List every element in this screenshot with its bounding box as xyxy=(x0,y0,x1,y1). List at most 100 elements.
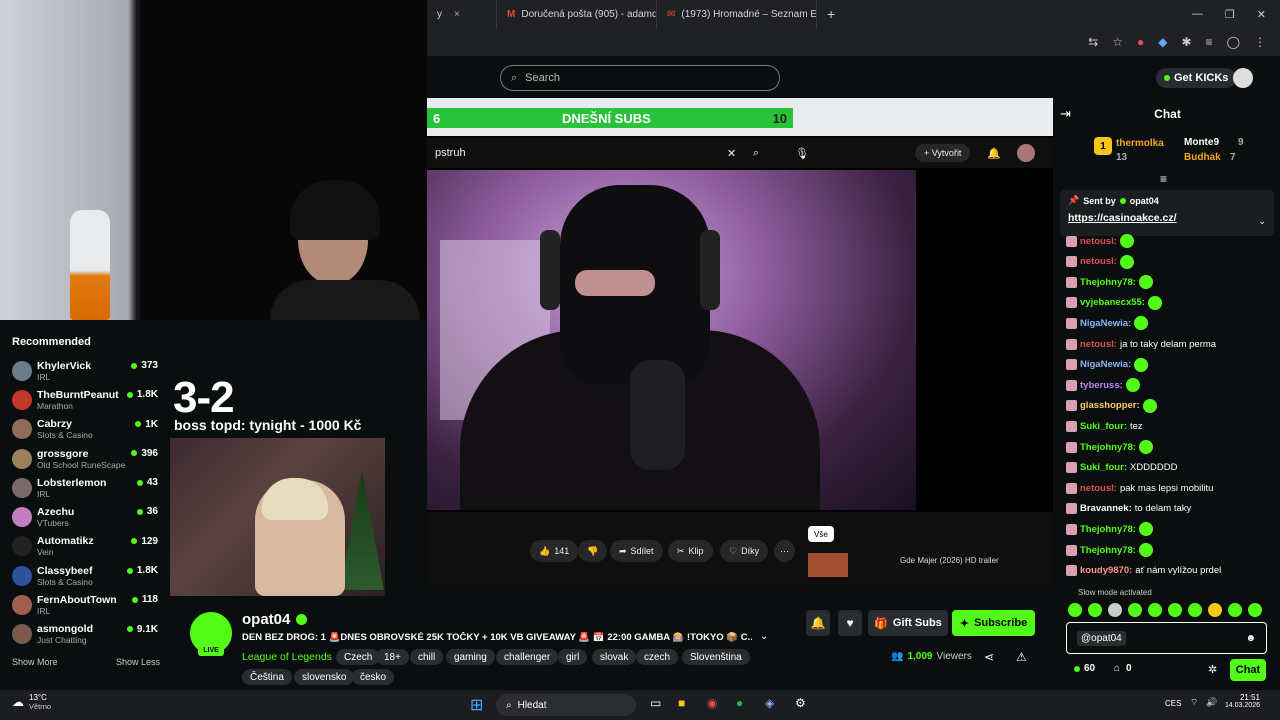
emote-icon[interactable] xyxy=(1128,603,1142,617)
file-explorer-icon[interactable]: ■ xyxy=(678,696,685,710)
bookmark-star-icon[interactable]: ☆ xyxy=(1112,35,1123,49)
side-video-thumbnail[interactable] xyxy=(808,553,848,577)
stream-tag[interactable]: Slovenština xyxy=(682,649,750,665)
microphone-icon[interactable]: 🎙 xyxy=(795,147,809,160)
get-kicks-button[interactable]: Get KICKs xyxy=(1156,68,1237,88)
gifter-name[interactable]: thermolka xyxy=(1116,138,1164,149)
chat-username[interactable]: netousl: xyxy=(1080,236,1117,247)
chrome-icon[interactable]: ◉ xyxy=(707,696,717,710)
chat-username[interactable]: netousl: xyxy=(1080,339,1117,350)
steam-icon[interactable]: ◈ xyxy=(765,696,774,710)
gear-icon[interactable]: ✲ xyxy=(1208,663,1217,676)
extension-icon[interactable]: ● xyxy=(1137,35,1144,49)
extension-icon[interactable]: ◆ xyxy=(1158,35,1167,49)
clear-icon[interactable]: ✕ xyxy=(727,147,736,160)
sidebar-channel[interactable]: Classybeef Slots & Casino 1.8K xyxy=(12,561,170,590)
chat-username[interactable]: Thejohny78: xyxy=(1080,524,1136,535)
sidebar-channel[interactable]: Lobsterlemon IRL 43 xyxy=(12,473,170,502)
menu-icon[interactable]: ⋮ xyxy=(1254,35,1266,49)
pinned-link[interactable]: https://casinoakce.cz/ xyxy=(1068,212,1266,224)
create-button[interactable]: + Vytvořit xyxy=(915,144,971,162)
stream-tag[interactable]: česko xyxy=(352,669,395,685)
volume-icon[interactable]: 🔊 xyxy=(1206,697,1217,708)
chat-username[interactable]: glasshopper: xyxy=(1080,400,1140,411)
new-tab-button[interactable]: + xyxy=(817,0,845,28)
sidebar-channel[interactable]: Automatikz Vein 129 xyxy=(12,532,170,561)
stream-tag[interactable]: czech xyxy=(636,649,679,665)
emote-icon[interactable] xyxy=(1248,603,1262,617)
chat-username[interactable]: netousl: xyxy=(1080,483,1117,494)
send-chat-button[interactable]: Chat xyxy=(1230,659,1266,681)
browser-tab[interactable]: ✉(1973) Hromadné – Seznam Em× xyxy=(657,0,817,28)
show-less-link[interactable]: Show Less xyxy=(116,657,160,667)
chevron-down-icon[interactable]: ⌄ xyxy=(760,631,768,642)
emote-icon[interactable] xyxy=(1068,603,1082,617)
media-icon[interactable]: ≡ xyxy=(1206,35,1213,49)
profile-icon[interactable]: ◯ xyxy=(1227,35,1240,49)
browser-tab[interactable]: y × xyxy=(427,0,497,28)
emote-icon[interactable] xyxy=(1148,603,1162,617)
sidebar-channel[interactable]: grossgore Old School RuneScape 396 xyxy=(12,444,170,473)
sidebar-channel[interactable]: Cabrzy Slots & Casino 1K xyxy=(12,415,170,444)
language-indicator[interactable]: CES xyxy=(1165,699,1181,708)
chat-username[interactable]: Thejohny78: xyxy=(1080,545,1136,556)
notification-button[interactable]: 🔔 xyxy=(806,610,830,636)
stream-tag[interactable]: Čeština xyxy=(242,669,292,685)
chat-settings-icon[interactable]: ≡ xyxy=(1160,172,1167,186)
app-icon[interactable]: ⚙ xyxy=(795,696,806,710)
gifter-name[interactable]: Budhak xyxy=(1184,152,1221,163)
clip-button[interactable]: ✂ Klip xyxy=(668,540,713,562)
thanks-button[interactable]: ♡ Díky xyxy=(720,540,769,562)
emote-icon[interactable] xyxy=(1208,603,1222,617)
chat-username[interactable]: koudy9870: xyxy=(1080,565,1132,576)
windows-start-icon[interactable]: ⊞ xyxy=(470,695,483,715)
chat-username[interactable]: Suki_four: xyxy=(1080,462,1127,473)
stream-tag[interactable]: challenger xyxy=(496,649,559,665)
emote-icon[interactable] xyxy=(1168,603,1182,617)
gift-balance[interactable]: ⌂ 0 xyxy=(1114,663,1132,674)
filter-chip-all[interactable]: Vše xyxy=(808,526,834,542)
follow-button[interactable]: ♥ xyxy=(838,610,862,636)
translate-icon[interactable]: ⇆ xyxy=(1088,35,1098,49)
spotify-icon[interactable]: ● xyxy=(736,696,743,710)
user-avatar[interactable] xyxy=(1233,68,1253,88)
close-icon[interactable]: × xyxy=(454,9,460,20)
stream-tag[interactable]: gaming xyxy=(446,649,495,665)
maximize-icon[interactable]: ❐ xyxy=(1225,8,1235,21)
chat-username[interactable]: Thejohny78: xyxy=(1080,277,1136,288)
sidebar-channel[interactable]: Azechu VTubers 36 xyxy=(12,502,170,531)
youtube-query[interactable]: pstruh xyxy=(435,147,466,159)
avatar[interactable] xyxy=(1017,144,1035,162)
sidebar-channel[interactable]: asmongold Just Chatting 9.1K xyxy=(12,620,170,649)
share-icon[interactable]: ⋖ xyxy=(984,650,994,664)
share-button[interactable]: ➦ Sdílet xyxy=(610,540,663,562)
chat-username[interactable]: Suki_four: xyxy=(1080,421,1127,432)
taskbar-search[interactable]: ⌕ Hledat xyxy=(496,694,636,716)
stream-tag[interactable]: girl xyxy=(558,649,588,665)
emote-icon[interactable] xyxy=(1228,603,1242,617)
chat-username[interactable]: netousl: xyxy=(1080,256,1117,267)
search-input[interactable]: ⌕ Search xyxy=(500,65,780,91)
chat-username[interactable]: NigaNewia: xyxy=(1080,318,1131,329)
network-icon[interactable]: ⌔ xyxy=(1190,697,1198,708)
close-window-icon[interactable]: ✕ xyxy=(1257,8,1266,21)
browser-tab[interactable]: MDoručená pošta (905) - adamd× xyxy=(497,0,657,28)
show-more-link[interactable]: Show More xyxy=(12,657,58,667)
minimize-icon[interactable]: — xyxy=(1192,8,1203,21)
chat-username[interactable]: Thejohny78: xyxy=(1080,442,1136,453)
stream-tag[interactable]: 18+ xyxy=(376,649,409,665)
like-button[interactable]: 👍 141 xyxy=(530,540,579,562)
stream-tag[interactable]: chill xyxy=(410,649,444,665)
emoji-icon[interactable]: ☻ xyxy=(1245,633,1256,644)
chat-username[interactable]: tyberuss: xyxy=(1080,380,1123,391)
stream-category[interactable]: League of Legends xyxy=(242,651,332,663)
more-button[interactable]: ⋯ xyxy=(774,540,795,562)
chat-username[interactable]: vyjebanecx55: xyxy=(1080,297,1145,308)
gifter-name[interactable]: Monte9 xyxy=(1184,137,1219,148)
sidebar-channel[interactable]: TheBurntPeanut Marathon 1.8K xyxy=(12,385,170,414)
chevron-down-icon[interactable]: ⌄ xyxy=(1258,216,1266,227)
stream-tag[interactable]: slovak xyxy=(592,649,637,665)
gift-subs-button[interactable]: 🎁 Gift Subs xyxy=(868,610,948,636)
emote-icon[interactable] xyxy=(1188,603,1202,617)
sidebar-channel[interactable]: KhylerVick IRL 373 xyxy=(12,356,170,385)
